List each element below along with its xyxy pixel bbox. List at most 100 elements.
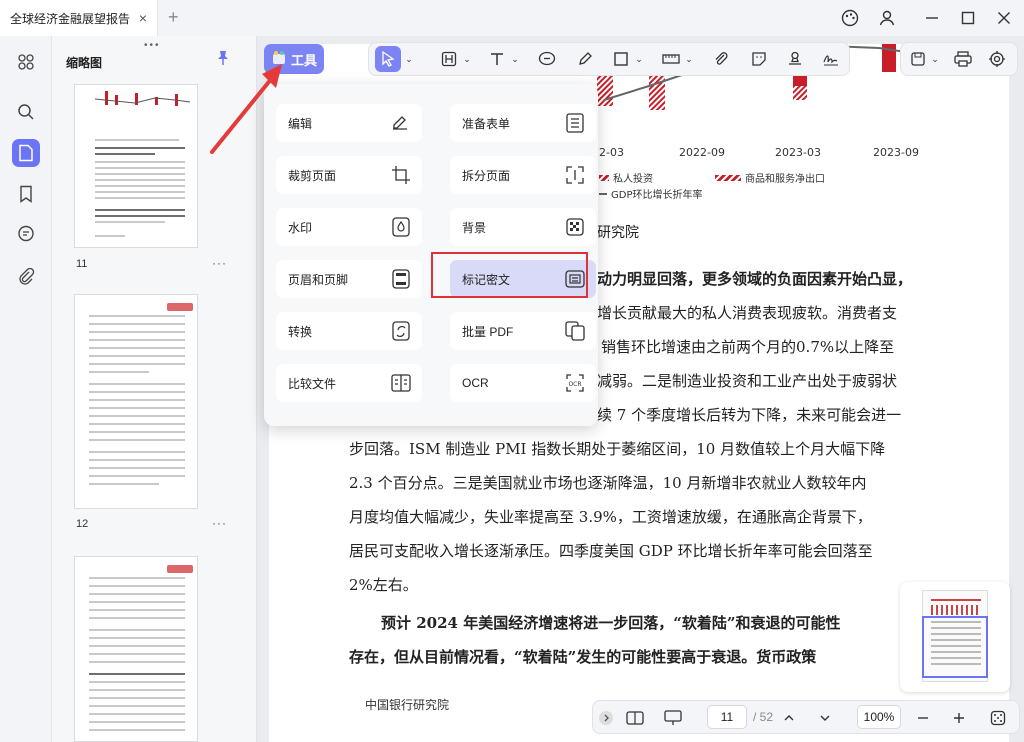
header-footer-icon xyxy=(390,268,412,290)
tools-menu-item-convert[interactable]: 转换 xyxy=(276,312,422,350)
measure-dropdown-icon[interactable]: ⌄ xyxy=(683,46,695,72)
tools-menu-item-compare[interactable]: 比较文件 xyxy=(276,364,422,402)
legend-swatch xyxy=(715,174,741,181)
tools-menu-item-split[interactable]: 拆分页面 xyxy=(450,156,596,194)
page-thumbnail-13[interactable] xyxy=(74,556,198,742)
axis-tick-1: 2022-09 xyxy=(679,146,725,159)
document-line: 增长贡献最大的私人消费表现疲软。消费者支 xyxy=(597,304,898,322)
tools-menu-item-ocr[interactable]: OCR OCR xyxy=(450,364,596,402)
sticker-tool-icon[interactable] xyxy=(747,46,771,72)
panel-grip-icon[interactable]: ••• xyxy=(144,40,161,51)
signature-tool-icon[interactable] xyxy=(819,46,843,72)
save-icon[interactable] xyxy=(907,46,929,72)
document-line: 2.3 个百分点。三是美国就业市场也逐渐降温，10 月新增非农就业人数较年内 xyxy=(349,474,867,492)
document-tab[interactable]: 全球经济金融展望报告 × xyxy=(0,0,158,36)
ai-assistant-icon[interactable] xyxy=(985,46,1009,72)
attach-tool-icon[interactable] xyxy=(709,46,733,72)
page-footer: 中国银行研究院 xyxy=(365,698,450,712)
document-line: 居民可支配收入增长逐渐承压。四季度美国 GDP 环比增长折年率可能会回落至 xyxy=(349,542,873,560)
print-icon[interactable] xyxy=(951,46,975,72)
shape-dropdown-icon[interactable]: ⌄ xyxy=(633,46,645,72)
maximize-icon[interactable] xyxy=(956,6,980,30)
reading-mode-icon[interactable] xyxy=(623,706,647,730)
tools-menu-item-label: 水印 xyxy=(288,220,313,235)
background-icon xyxy=(564,216,586,238)
palette-icon[interactable] xyxy=(838,6,862,30)
zoom-out-icon[interactable] xyxy=(913,706,933,730)
minimize-icon[interactable] xyxy=(920,6,944,30)
collapse-left-icon[interactable] xyxy=(597,706,615,730)
next-page-icon[interactable] xyxy=(815,706,835,730)
text-dropdown-icon[interactable]: ⌄ xyxy=(509,46,521,72)
page-number-input[interactable]: 11 xyxy=(707,705,747,729)
page-minimap[interactable] xyxy=(900,582,1010,692)
shape-tool-icon[interactable] xyxy=(609,46,633,72)
legend-swatch xyxy=(599,174,609,181)
tools-menu-item-header-footer[interactable]: 页眉和页脚 xyxy=(276,260,422,298)
document-line: 续 7 个季度增长后转为下降，未来可能会进一 xyxy=(597,406,902,424)
document-line: 预计 2024 年美国经济增速将进一步回落，“软着陆”和衰退的可能性 xyxy=(381,614,841,632)
search-icon[interactable] xyxy=(12,98,40,126)
svg-text:OCR: OCR xyxy=(568,381,581,388)
tools-menu-item-crop[interactable]: 裁剪页面 xyxy=(276,156,422,194)
pen-tool-icon[interactable] xyxy=(573,46,597,72)
attachment-icon[interactable] xyxy=(12,262,40,290)
page-more-button-12[interactable]: ··· xyxy=(212,516,227,530)
page-thumbnail-11[interactable] xyxy=(74,84,198,248)
page-thumbnails-icon[interactable] xyxy=(12,139,40,167)
minimap-viewport[interactable] xyxy=(922,616,988,678)
tools-menu-item-edit[interactable]: 编辑 xyxy=(276,104,422,142)
save-dropdown-icon[interactable]: ⌄ xyxy=(929,46,941,72)
axis-tick-2: 2023-03 xyxy=(775,146,821,159)
highlight-tool-icon[interactable] xyxy=(437,46,461,72)
tools-menu-item-form[interactable]: 准备表单 xyxy=(450,104,596,142)
compare-icon xyxy=(390,372,412,394)
grid-view-icon[interactable] xyxy=(12,48,40,76)
bookmark-icon[interactable] xyxy=(12,180,40,208)
account-icon[interactable] xyxy=(875,6,899,30)
highlight-dropdown-icon[interactable]: ⌄ xyxy=(461,46,473,72)
tools-menu-item-label: 编辑 xyxy=(288,116,313,131)
comment-icon[interactable] xyxy=(12,220,40,248)
pin-icon[interactable] xyxy=(216,50,230,71)
document-line: 减弱。二是制造业投资和工业产出处于疲弱状 xyxy=(597,372,898,390)
file-toolbar: ⌄ xyxy=(900,42,1018,76)
tools-menu-item-label: 背景 xyxy=(462,220,487,235)
tools-menu-item-background[interactable]: 背景 xyxy=(450,208,596,246)
tools-button-label: 工具 xyxy=(290,52,317,68)
previous-page-icon[interactable] xyxy=(779,706,799,730)
title-bar: 全球经济金融展望报告 × + xyxy=(0,0,1024,36)
bottom-bar: 11 / 52 100% xyxy=(592,700,1020,734)
tools-menu-item-batch[interactable]: 批量 PDF xyxy=(450,312,596,350)
convert-icon xyxy=(390,320,412,342)
zoom-in-icon[interactable] xyxy=(949,706,969,730)
thumbnail-panel-title: 缩略图 xyxy=(66,56,103,70)
zoom-level[interactable]: 100% xyxy=(857,705,901,729)
page-thumbnail-12[interactable] xyxy=(74,294,198,509)
comment-tool-icon[interactable] xyxy=(535,46,559,72)
document-line: 月度均值大幅减少，失业率提高至 3.9%，工资增速放缓，在通胀高企背景下， xyxy=(349,508,872,526)
page-more-button-11[interactable]: ··· xyxy=(212,256,227,270)
tools-menu-item-label: 裁剪页面 xyxy=(288,168,337,183)
presentation-icon[interactable] xyxy=(661,706,685,730)
axis-tick-3: 2023-09 xyxy=(873,146,919,159)
tab-close-icon[interactable]: × xyxy=(139,10,147,26)
page-label-11: 11 xyxy=(76,258,88,270)
tools-button[interactable]: 工具 xyxy=(264,44,324,74)
legend-swatch xyxy=(599,192,607,195)
watermark-icon xyxy=(390,216,412,238)
measure-tool-icon[interactable] xyxy=(659,46,683,72)
text-tool-icon[interactable] xyxy=(485,46,509,72)
fit-page-icon[interactable] xyxy=(987,706,1009,730)
thumbnail-panel: ••• 缩略图 11 ··· 12 ··· xyxy=(52,36,257,742)
edit-icon xyxy=(390,112,412,134)
close-window-icon[interactable] xyxy=(992,6,1016,30)
new-tab-button[interactable]: + xyxy=(168,7,179,28)
page-total: / 52 xyxy=(753,710,774,724)
document-line: 2%左右。 xyxy=(349,576,418,594)
left-rail xyxy=(0,36,52,742)
select-tool-icon[interactable] xyxy=(375,46,401,72)
stamp-tool-icon[interactable] xyxy=(783,46,807,72)
select-dropdown-icon[interactable]: ⌄ xyxy=(403,46,415,72)
tools-menu-item-watermark[interactable]: 水印 xyxy=(276,208,422,246)
